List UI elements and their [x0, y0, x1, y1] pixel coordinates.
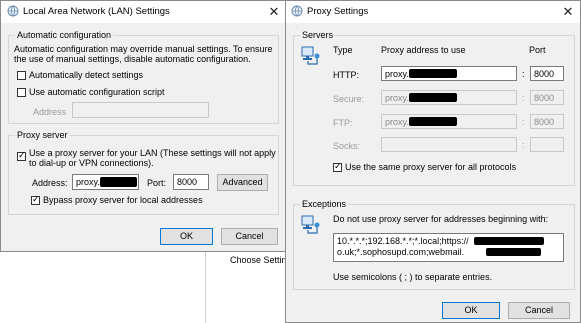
port-column-header: Port	[529, 45, 546, 55]
proxy-port-label: Port:	[147, 178, 167, 188]
redaction-mark	[409, 117, 457, 126]
network-computer-icon	[300, 45, 322, 67]
auto-detect-label[interactable]: Automatically detect settings	[29, 70, 143, 80]
use-proxy-label[interactable]: Use a proxy server for your LAN (These s…	[29, 148, 277, 168]
ftp-address-value: proxy.	[385, 117, 409, 127]
globe-icon	[7, 5, 19, 17]
address-column-header: Proxy address to use	[381, 45, 466, 55]
secure-address-value: proxy.	[385, 93, 409, 103]
lan-title-bar: Local Area Network (LAN) Settings ✕	[1, 1, 286, 23]
redaction-mark	[409, 69, 457, 78]
exceptions-description: Do not use proxy server for addresses be…	[333, 214, 549, 224]
redaction-mark	[486, 248, 541, 256]
servers-legend: Servers	[300, 30, 336, 40]
exceptions-legend: Exceptions	[300, 199, 349, 209]
lan-dialog-title: Local Area Network (LAN) Settings	[23, 6, 170, 17]
lan-cancel-button[interactable]: Cancel	[221, 228, 278, 245]
socks-port-field[interactable]	[530, 137, 564, 152]
http-port-field[interactable]: 8000	[530, 66, 564, 81]
use-proxy-checkbox[interactable]	[17, 150, 26, 161]
http-port-colon: :	[522, 69, 525, 79]
bypass-label[interactable]: Bypass proxy server for local addresses	[43, 195, 203, 205]
ftp-port-colon: :	[522, 117, 525, 127]
proxy-cancel-button[interactable]: Cancel	[508, 302, 570, 319]
proxy-ok-button[interactable]: OK	[442, 302, 500, 319]
secure-port-colon: :	[522, 93, 525, 103]
exceptions-hint: Use semicolons ( ; ) to separate entries…	[333, 272, 493, 282]
http-address-value: proxy.	[385, 69, 409, 79]
proxy-close-icon[interactable]: ✕	[559, 3, 577, 21]
type-column-header: Type	[333, 45, 353, 55]
script-address-field[interactable]	[72, 102, 209, 118]
socks-address-field[interactable]	[381, 137, 517, 152]
socks-type-label: Socks:	[333, 141, 361, 151]
secure-port-field[interactable]: 8000	[530, 90, 564, 105]
bypass-checkbox[interactable]	[31, 194, 40, 205]
secure-type-label: Secure:	[333, 94, 365, 104]
redaction-mark	[474, 237, 544, 245]
auto-config-legend: Automatic configuration	[15, 30, 114, 40]
background-window: Choose Setting	[205, 250, 292, 323]
lan-settings-dialog: Local Area Network (LAN) Settings ✕ Auto…	[0, 0, 287, 252]
network-computer-icon	[300, 214, 322, 236]
proxy-dialog-title: Proxy Settings	[307, 6, 369, 17]
lan-ok-button[interactable]: OK	[160, 228, 213, 245]
same-proxy-label[interactable]: Use the same proxy server for all protoc…	[345, 162, 516, 172]
http-type-label: HTTP:	[333, 70, 359, 80]
ftp-type-label: FTP:	[333, 118, 353, 128]
auto-config-description: Automatic configuration may override man…	[14, 44, 273, 64]
proxy-address-label: Address:	[32, 178, 68, 188]
proxy-settings-dialog: Proxy Settings ✕ Servers Type Proxy addr…	[285, 0, 581, 323]
ftp-port-field[interactable]: 8000	[530, 114, 564, 129]
socks-port-colon: :	[522, 140, 525, 150]
redaction-mark	[100, 177, 137, 187]
proxy-address-value: proxy.	[76, 177, 100, 187]
choose-settings-text: Choose Setting	[230, 255, 292, 265]
redaction-mark	[409, 93, 457, 102]
use-script-checkbox[interactable]	[17, 88, 26, 97]
globe-icon	[291, 5, 303, 17]
proxy-title-bar: Proxy Settings ✕	[286, 1, 580, 23]
use-script-label[interactable]: Use automatic configuration script	[29, 87, 165, 97]
advanced-button[interactable]: Advanced	[217, 174, 268, 191]
same-proxy-checkbox[interactable]	[333, 161, 342, 172]
auto-detect-checkbox[interactable]	[17, 71, 26, 80]
proxy-port-field[interactable]: 8000	[173, 174, 209, 190]
proxy-server-legend: Proxy server	[15, 130, 70, 140]
lan-close-icon[interactable]: ✕	[265, 3, 283, 21]
script-address-label: Address	[33, 107, 67, 117]
